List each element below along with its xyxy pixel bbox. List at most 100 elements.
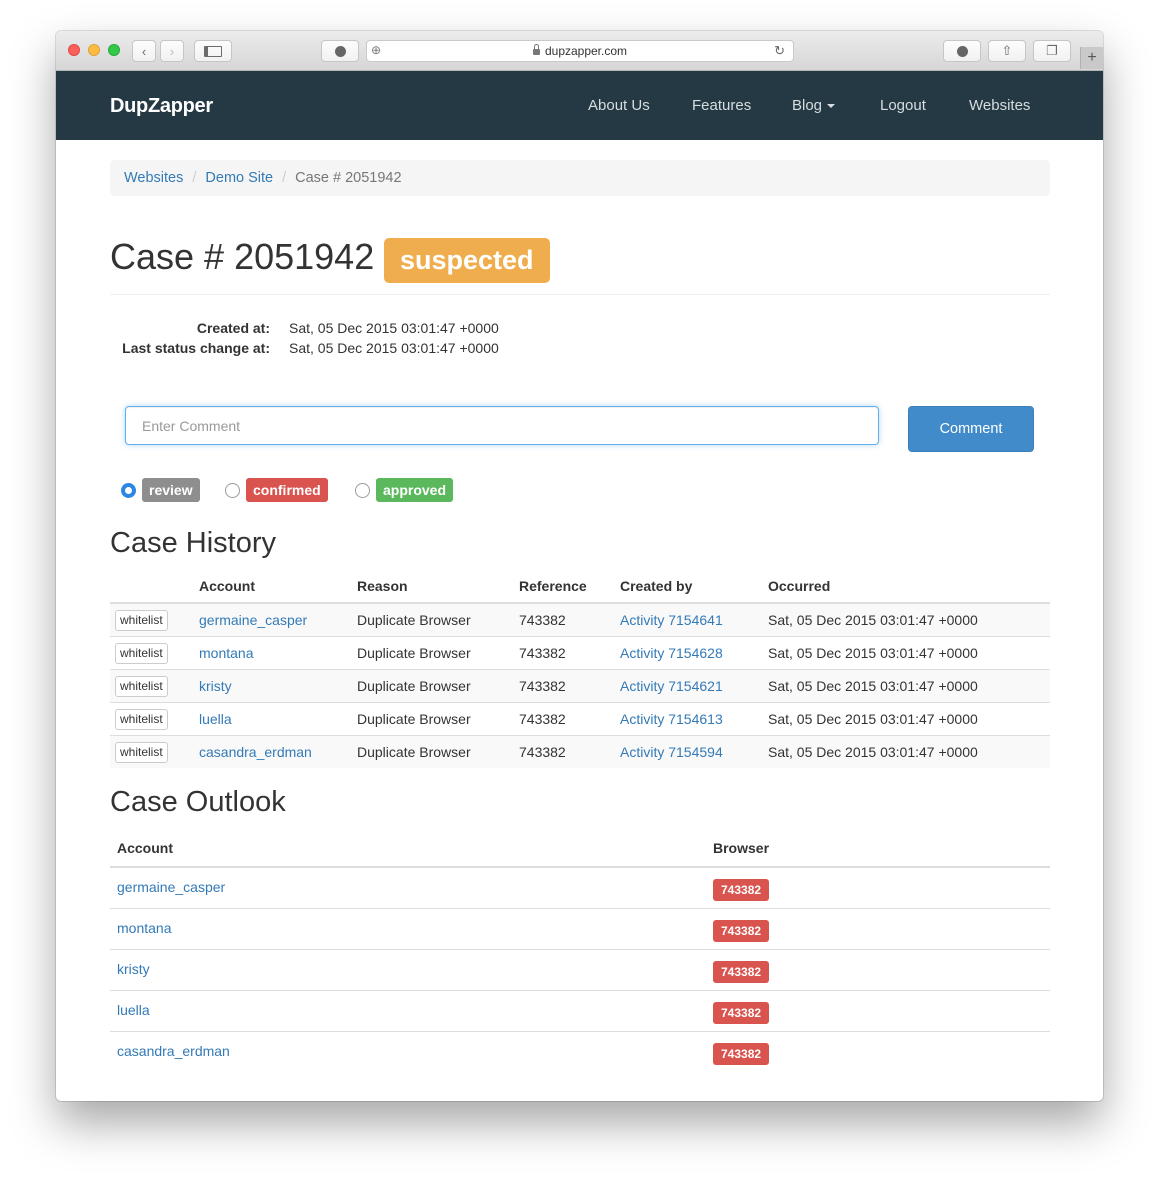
- account-link[interactable]: casandra_erdman: [199, 744, 312, 760]
- table-header-row: Account Reason Reference Created by Occu…: [110, 570, 1050, 604]
- meta-labels: Created at: Last status change at:: [110, 318, 270, 358]
- table-row: casandra_erdman 743382: [110, 1031, 1050, 1072]
- table-row: whitelist luella Duplicate Browser 74338…: [110, 702, 1050, 736]
- table-row: whitelist casandra_erdman Duplicate Brow…: [110, 735, 1050, 768]
- breadcrumb-separator: /: [192, 170, 197, 186]
- reason-cell: Duplicate Browser: [357, 735, 519, 768]
- caret-down-icon: [827, 104, 836, 109]
- nav-blog[interactable]: Blog: [792, 97, 836, 114]
- divider: [110, 294, 1050, 295]
- radio-confirmed[interactable]: [225, 482, 240, 498]
- comment-button[interactable]: Comment: [908, 406, 1034, 452]
- reason-cell: Duplicate Browser: [357, 636, 519, 670]
- whitelist-button[interactable]: whitelist: [115, 708, 168, 730]
- nav-about-us[interactable]: About Us: [588, 97, 650, 114]
- reload-icon[interactable]: ↻: [774, 43, 785, 59]
- review-label: review: [142, 478, 200, 502]
- browser-badge: 743382: [713, 961, 770, 983]
- zoom-window-button[interactable]: [108, 44, 120, 56]
- radio-approved[interactable]: [355, 482, 370, 498]
- activity-link[interactable]: Activity 7154621: [620, 678, 723, 694]
- radio-review[interactable]: [121, 482, 136, 498]
- created-at-value: Sat, 05 Dec 2015 03:01:47 +0000: [289, 320, 499, 336]
- download-icon: [956, 45, 968, 57]
- table-row: whitelist germaine_casper Duplicate Brow…: [110, 602, 1050, 637]
- minimize-window-button[interactable]: [88, 44, 100, 56]
- whitelist-button[interactable]: whitelist: [115, 642, 168, 664]
- table-row: luella 743382: [110, 990, 1050, 1032]
- back-button[interactable]: ‹: [132, 40, 156, 62]
- address-bar[interactable]: ⊕ dupzapper.com ↻: [366, 40, 794, 62]
- activity-link[interactable]: Activity 7154594: [620, 744, 723, 760]
- table-row: whitelist montana Duplicate Browser 7433…: [110, 636, 1050, 670]
- account-link[interactable]: montana: [117, 920, 171, 936]
- column-header: [110, 570, 199, 604]
- new-tab-button[interactable]: +: [1080, 47, 1103, 69]
- column-header-account: Account: [199, 570, 357, 604]
- reference-cell: 743382: [519, 702, 620, 736]
- comment-input[interactable]: [125, 406, 879, 445]
- created-at-label: Created at:: [196, 320, 270, 336]
- page-title: Case # 2051942: [110, 236, 375, 277]
- reference-cell: 743382: [519, 669, 620, 703]
- account-link[interactable]: montana: [199, 645, 253, 661]
- column-header-created-by: Created by: [620, 570, 768, 604]
- table-row: kristy 743382: [110, 949, 1050, 991]
- browser-badge: 743382: [713, 1002, 770, 1024]
- case-outlook-table: Account Browser germaine_casper 743382 m…: [110, 830, 1050, 1072]
- reference-cell: 743382: [519, 602, 620, 637]
- reference-cell: 743382: [519, 636, 620, 670]
- whitelist-button[interactable]: whitelist: [115, 675, 168, 697]
- table-row: whitelist kristy Duplicate Browser 74338…: [110, 669, 1050, 703]
- nav-features[interactable]: Features: [692, 97, 751, 114]
- browser-badge: 743382: [713, 920, 770, 942]
- status-option-confirmed[interactable]: confirmed: [225, 478, 328, 502]
- table-row: montana 743382: [110, 908, 1050, 950]
- tabs-overview-button[interactable]: ❐: [1033, 40, 1071, 62]
- nav-websites[interactable]: Websites: [969, 97, 1030, 114]
- whitelist-button[interactable]: whitelist: [115, 741, 168, 763]
- browser-toolbar: ‹ › ⊕ dupzapper.com ↻ ⇧ ❐ +: [56, 31, 1103, 71]
- activity-link[interactable]: Activity 7154613: [620, 711, 723, 727]
- account-link[interactable]: kristy: [199, 678, 232, 694]
- status-option-review[interactable]: review: [121, 478, 200, 502]
- column-header-reason: Reason: [357, 570, 519, 604]
- last-status-change-value: Sat, 05 Dec 2015 03:01:47 +0000: [289, 340, 499, 356]
- status-option-approved[interactable]: approved: [355, 478, 454, 502]
- account-link[interactable]: germaine_casper: [117, 879, 225, 895]
- plus-icon: +: [1087, 49, 1097, 66]
- lock-icon: [532, 44, 540, 55]
- browser-window: ‹ › ⊕ dupzapper.com ↻ ⇧ ❐ + DupZapper Ab…: [56, 31, 1103, 1101]
- account-link[interactable]: luella: [117, 1002, 150, 1018]
- breadcrumb-websites[interactable]: Websites: [124, 170, 183, 186]
- shield-button[interactable]: [321, 40, 359, 62]
- nav-blog-label: Blog: [792, 97, 823, 114]
- forward-button[interactable]: ›: [160, 40, 184, 62]
- activity-link[interactable]: Activity 7154641: [620, 612, 723, 628]
- share-button[interactable]: ⇧: [988, 40, 1026, 62]
- downloads-button[interactable]: [943, 40, 981, 62]
- occurred-cell: Sat, 05 Dec 2015 03:01:47 +0000: [768, 669, 1050, 703]
- nav-logout[interactable]: Logout: [880, 97, 926, 114]
- reason-cell: Duplicate Browser: [357, 702, 519, 736]
- tabs-icon: ❐: [1046, 43, 1058, 58]
- share-icon: ⇧: [1001, 43, 1013, 58]
- activity-link[interactable]: Activity 7154628: [620, 645, 723, 661]
- column-header-occurred: Occurred: [768, 570, 1050, 604]
- occurred-cell: Sat, 05 Dec 2015 03:01:47 +0000: [768, 602, 1050, 637]
- occurred-cell: Sat, 05 Dec 2015 03:01:47 +0000: [768, 636, 1050, 670]
- occurred-cell: Sat, 05 Dec 2015 03:01:47 +0000: [768, 735, 1050, 768]
- sidebar-toggle-button[interactable]: [194, 40, 232, 62]
- account-link[interactable]: germaine_casper: [199, 612, 307, 628]
- close-window-button[interactable]: [68, 44, 80, 56]
- brand-logo[interactable]: DupZapper: [110, 95, 213, 118]
- approved-label: approved: [376, 478, 454, 502]
- status-badge: suspected: [384, 238, 550, 283]
- account-link[interactable]: luella: [199, 711, 232, 727]
- column-header-account: Account: [110, 830, 706, 868]
- account-link[interactable]: casandra_erdman: [117, 1043, 230, 1059]
- last-status-change-label: Last status change at:: [122, 340, 270, 356]
- whitelist-button[interactable]: whitelist: [115, 609, 168, 631]
- breadcrumb-demo-site[interactable]: Demo Site: [205, 170, 273, 186]
- account-link[interactable]: kristy: [117, 961, 150, 977]
